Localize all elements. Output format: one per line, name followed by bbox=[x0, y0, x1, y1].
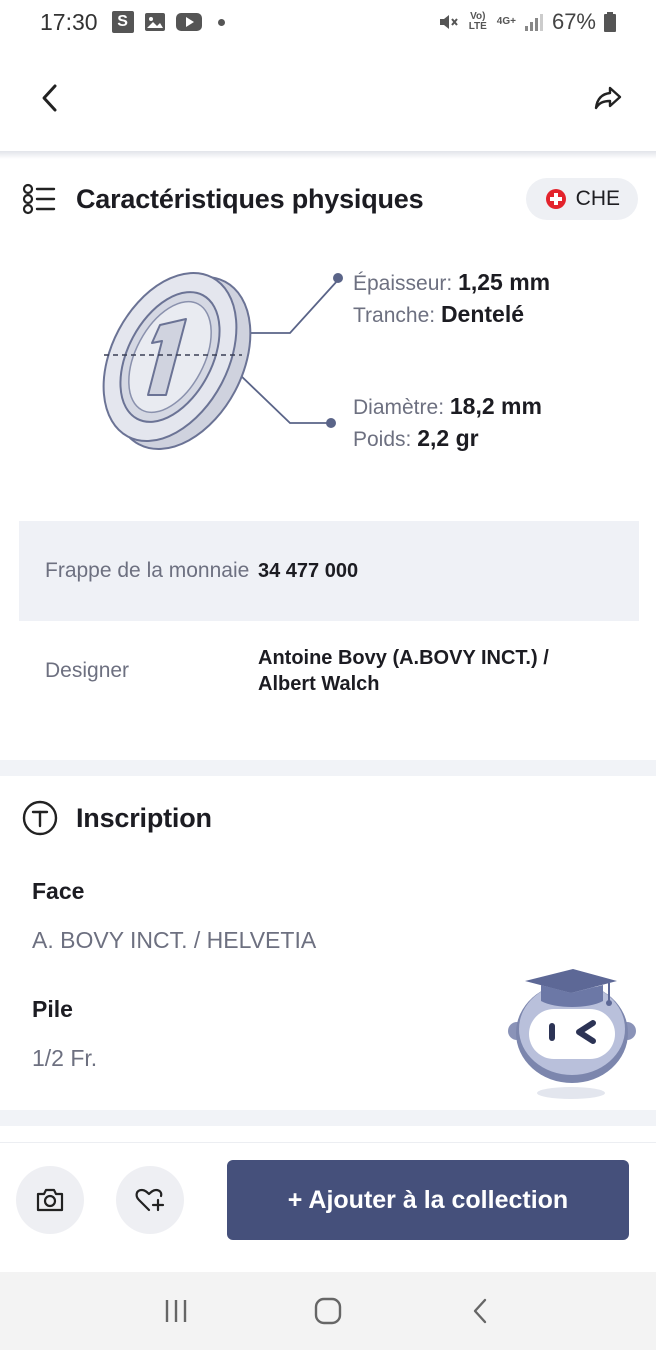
status-bar: 17:30 S Vo) LTE 4G+ 67% bbox=[0, 0, 656, 44]
home-button[interactable] bbox=[298, 1281, 358, 1341]
list-icon bbox=[22, 183, 56, 215]
signal-icon bbox=[524, 12, 544, 32]
back-icon bbox=[473, 1298, 487, 1324]
add-to-collection-button[interactable]: + Ajouter à la collection bbox=[227, 1160, 629, 1240]
coin-illustration bbox=[102, 271, 343, 450]
share-icon bbox=[594, 86, 622, 110]
swiss-flag-icon bbox=[545, 189, 566, 209]
weight-label: Poids: bbox=[353, 428, 412, 451]
battery-icon bbox=[604, 12, 616, 32]
s-app-icon: S bbox=[111, 11, 134, 33]
mintage-value: 34 477 000 bbox=[258, 560, 359, 582]
youtube-icon bbox=[175, 13, 202, 31]
thickness-value: 1,25 mm bbox=[458, 269, 551, 295]
country-chip[interactable]: CHE bbox=[525, 178, 638, 220]
face-value: A. BOVY INCT. / HELVETIA bbox=[32, 927, 317, 953]
properties-table: Frappe de la monnaie 34 477 000 Designer… bbox=[19, 521, 639, 721]
spec-thickness-edge: Épaisseur: 1,25 mm Tranche: Dentelé bbox=[353, 267, 550, 331]
physical-section-title: Caractéristiques physiques bbox=[76, 183, 424, 214]
home-icon bbox=[314, 1297, 342, 1325]
section-divider bbox=[0, 760, 656, 776]
system-back-button[interactable] bbox=[450, 1281, 510, 1341]
country-code: CHE bbox=[575, 187, 620, 210]
dot-icon bbox=[217, 18, 225, 26]
status-time: 17:30 bbox=[40, 8, 98, 35]
battery-percent: 67% bbox=[551, 9, 596, 34]
table-row: Frappe de la monnaie 34 477 000 bbox=[19, 521, 639, 621]
weight-value: 2,2 gr bbox=[417, 425, 479, 451]
designer-value: Antoine Bovy (A.BOVY INCT.) / Albert Wal… bbox=[258, 647, 549, 695]
pile-value: 1/2 Fr. bbox=[32, 1045, 98, 1071]
inscription-section-header: Inscription bbox=[22, 800, 638, 836]
camera-icon bbox=[36, 1188, 64, 1212]
gallery-icon bbox=[144, 12, 166, 32]
back-button[interactable] bbox=[30, 78, 70, 118]
face-label: Face bbox=[32, 878, 85, 904]
recents-icon bbox=[165, 1300, 187, 1322]
wishlist-button[interactable] bbox=[116, 1166, 184, 1234]
heart-plus-icon bbox=[135, 1188, 165, 1212]
diameter-value: 18,2 mm bbox=[449, 393, 542, 419]
text-t-icon bbox=[22, 800, 58, 836]
diameter-label: Diamètre: bbox=[353, 396, 445, 419]
edge-value: Dentelé bbox=[440, 301, 525, 327]
4g-icon: 4G+ bbox=[496, 16, 516, 27]
volte-icon: Vo) LTE bbox=[468, 11, 487, 32]
system-nav-bar bbox=[0, 1272, 656, 1350]
inscription-section-title: Inscription bbox=[76, 802, 212, 833]
assistant-mascot[interactable] bbox=[505, 965, 640, 1105]
header-shadow bbox=[0, 151, 656, 159]
chevron-left-icon bbox=[42, 84, 57, 112]
status-right: Vo) LTE 4G+ 67% bbox=[437, 9, 616, 35]
status-left: 17:30 S bbox=[40, 9, 225, 36]
mintage-label: Frappe de la monnaie bbox=[45, 559, 250, 582]
pile-label: Pile bbox=[32, 996, 73, 1022]
share-button[interactable] bbox=[588, 78, 628, 118]
physical-section-header: Caractéristiques physiques CHE bbox=[22, 178, 638, 220]
recents-button[interactable] bbox=[146, 1281, 206, 1341]
section-divider bbox=[0, 1110, 656, 1126]
designer-label: Designer bbox=[45, 659, 130, 682]
mute-icon bbox=[437, 11, 459, 33]
app-header bbox=[0, 44, 656, 152]
spec-diameter-weight: Diamètre: 18,2 mm Poids: 2,2 gr bbox=[353, 391, 542, 455]
thickness-label: Épaisseur: bbox=[353, 272, 453, 295]
camera-button[interactable] bbox=[16, 1166, 84, 1234]
edge-label: Tranche: bbox=[353, 304, 436, 327]
table-row: Designer Antoine Bovy (A.BOVY INCT.) / A… bbox=[19, 621, 639, 721]
